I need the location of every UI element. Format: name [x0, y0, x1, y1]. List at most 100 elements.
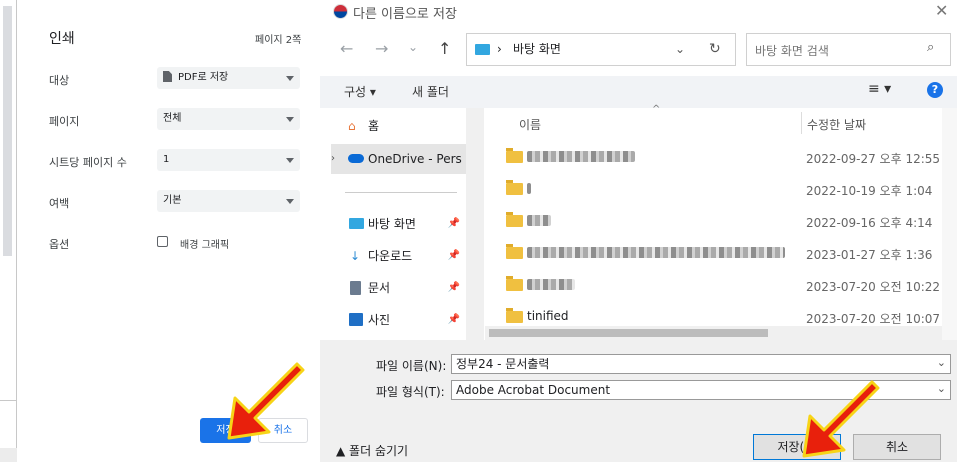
pin-icon: 📌 [447, 250, 460, 261]
divider [0, 400, 16, 401]
nav-item-label: 다운로드 [368, 249, 413, 263]
file-date: 2022-10-19 오후 1:04 [806, 184, 933, 198]
blurred-filename [527, 151, 635, 162]
folder-icon [506, 148, 523, 163]
chevron-down-icon[interactable]: ⌄ [675, 34, 685, 65]
blurred-filename [527, 215, 551, 226]
background-graphics-checkbox[interactable] [157, 236, 168, 247]
title-bar: 다른 이름으로 저장 ✕ [320, 0, 957, 24]
margins-label: 여백 [49, 197, 70, 210]
pages-label: 페이지 [49, 115, 80, 128]
filename-input[interactable]: 정부24 - 문서출력 ⌄ [451, 354, 951, 374]
address-bar[interactable]: › 바탕 화면 ⌄ ↻ [466, 33, 736, 66]
help-icon[interactable]: ? [927, 82, 943, 98]
cloud-icon [348, 154, 364, 163]
file-name: tinified [527, 309, 569, 323]
close-icon[interactable]: ✕ [935, 1, 948, 20]
nav-item-onedrive[interactable]: › OneDrive - Pers [331, 144, 466, 174]
desktop-folder-icon [475, 44, 490, 55]
options-label: 옵션 [49, 238, 70, 251]
path-current: 바탕 화면 [513, 42, 561, 56]
horizontal-scrollbar[interactable] [485, 326, 942, 340]
pages-value: 전체 [163, 113, 182, 124]
desktop-icon [349, 218, 364, 229]
folder-icon [506, 276, 523, 291]
chevron-down-icon[interactable]: ⌄ [937, 354, 946, 372]
blurred-filename [527, 279, 575, 290]
nav-item-pictures[interactable]: 사진 📌 [331, 305, 466, 335]
destination-select[interactable]: PDF로 저장 [157, 67, 300, 89]
chevron-down-icon[interactable]: ⌄ [937, 380, 946, 398]
navigation-pane: ⌂ 홈 › OneDrive - Pers 바탕 화면 📌 ↓ 다운로드 📌 문… [331, 108, 466, 340]
sort-up-icon: ^ [652, 104, 661, 115]
file-date: 2023-07-20 오전 10:07 [806, 312, 941, 326]
folder-icon [506, 180, 523, 195]
path-separator: › [497, 42, 502, 56]
filename-value: 정부24 - 문서출력 [456, 357, 550, 371]
hide-folders-label: 폴더 숨기기 [349, 444, 409, 458]
file-date: 2022-09-27 오후 12:55 [806, 152, 941, 166]
pages-per-sheet-label: 시트당 페이지 수 [49, 156, 127, 169]
pin-icon: 📌 [447, 314, 460, 325]
preview-scrollbar[interactable] [3, 6, 12, 256]
pages-per-sheet-select[interactable]: 1 [157, 149, 300, 171]
chevron-down-icon [286, 76, 294, 81]
view-menu-icon[interactable]: ≡ ▾ [868, 81, 891, 97]
filename-label: 파일 이름(N): [376, 359, 447, 373]
nav-item-label: 홈 [368, 119, 380, 133]
file-row[interactable]: 2022-09-16 오후 4:14 [484, 206, 942, 238]
chevron-down-icon [286, 117, 294, 122]
page-count: 페이지 2쪽 [255, 35, 302, 46]
scrollbar-thumb[interactable] [489, 329, 768, 337]
nav-item-desktop[interactable]: 바탕 화면 📌 [331, 209, 466, 239]
nav-item-downloads[interactable]: ↓ 다운로드 📌 [331, 241, 466, 271]
nav-item-documents[interactable]: 문서 📌 [331, 273, 466, 303]
forward-arrow-icon[interactable]: → [375, 39, 388, 58]
blurred-filename [527, 247, 785, 258]
nav-item-label: OneDrive - Pers [368, 152, 462, 166]
annotation-arrow-icon [802, 380, 880, 458]
folder-icon [506, 212, 523, 227]
file-row[interactable]: 2022-09-27 오후 12:55 [484, 142, 942, 174]
chevron-up-icon: ▲ [336, 444, 350, 458]
nav-item-home[interactable]: ⌂ 홈 [331, 111, 466, 141]
vertical-scrollbar[interactable] [942, 108, 957, 340]
column-separator[interactable] [801, 112, 802, 134]
column-header-date[interactable]: 수정한 날짜 [807, 116, 866, 133]
margins-select[interactable]: 기본 [157, 190, 300, 212]
back-arrow-icon[interactable]: ← [340, 39, 353, 58]
app-flag-icon [333, 4, 348, 19]
search-icon: ⌕ [927, 40, 935, 55]
folder-icon [506, 308, 523, 323]
command-bar: 구성 ▾ 새 폴더 ≡ ▾ ? [320, 76, 957, 108]
folder-icon [506, 244, 523, 259]
download-icon: ↓ [350, 249, 361, 263]
expand-chevron-icon: › [331, 153, 335, 164]
pane-splitter[interactable] [466, 108, 484, 340]
nav-item-label: 사진 [368, 313, 391, 327]
file-date: 2022-09-16 오후 4:14 [806, 216, 933, 230]
file-row[interactable]: 2023-07-20 오전 10:22 [484, 270, 942, 302]
refresh-icon[interactable]: ↻ [709, 34, 721, 65]
new-folder-button[interactable]: 새 폴더 [412, 83, 449, 100]
background-graphics-label: 배경 그래픽 [180, 240, 230, 251]
print-title: 인쇄 [49, 31, 75, 47]
search-input[interactable]: 바탕 화면 검색 ⌕ [746, 33, 951, 66]
recent-chevron-icon[interactable]: ⌄ [408, 40, 418, 54]
destination-label: 대상 [49, 74, 70, 87]
blurred-filename [527, 183, 531, 194]
file-row[interactable]: 2022-10-19 오후 1:04 [484, 174, 942, 206]
up-arrow-icon[interactable]: ↑ [438, 39, 451, 58]
document-icon [163, 71, 172, 82]
column-header-name[interactable]: 이름 [519, 116, 541, 133]
chevron-down-icon [286, 199, 294, 204]
margins-value: 기본 [163, 195, 182, 206]
pages-select[interactable]: 전체 [157, 108, 300, 130]
pages-per-sheet-value: 1 [163, 154, 170, 165]
nav-item-label: 문서 [368, 281, 391, 295]
file-list: 이름 ^ 수정한 날짜 2022-09-27 오후 12:55 2022-10-… [484, 104, 942, 340]
destination-value: PDF로 저장 [178, 72, 229, 83]
hide-folders-toggle[interactable]: ▲ 폴더 숨기기 [336, 442, 408, 459]
organize-button[interactable]: 구성 ▾ [344, 83, 376, 100]
file-row[interactable]: 2023-01-27 오후 1:36 [484, 238, 942, 270]
